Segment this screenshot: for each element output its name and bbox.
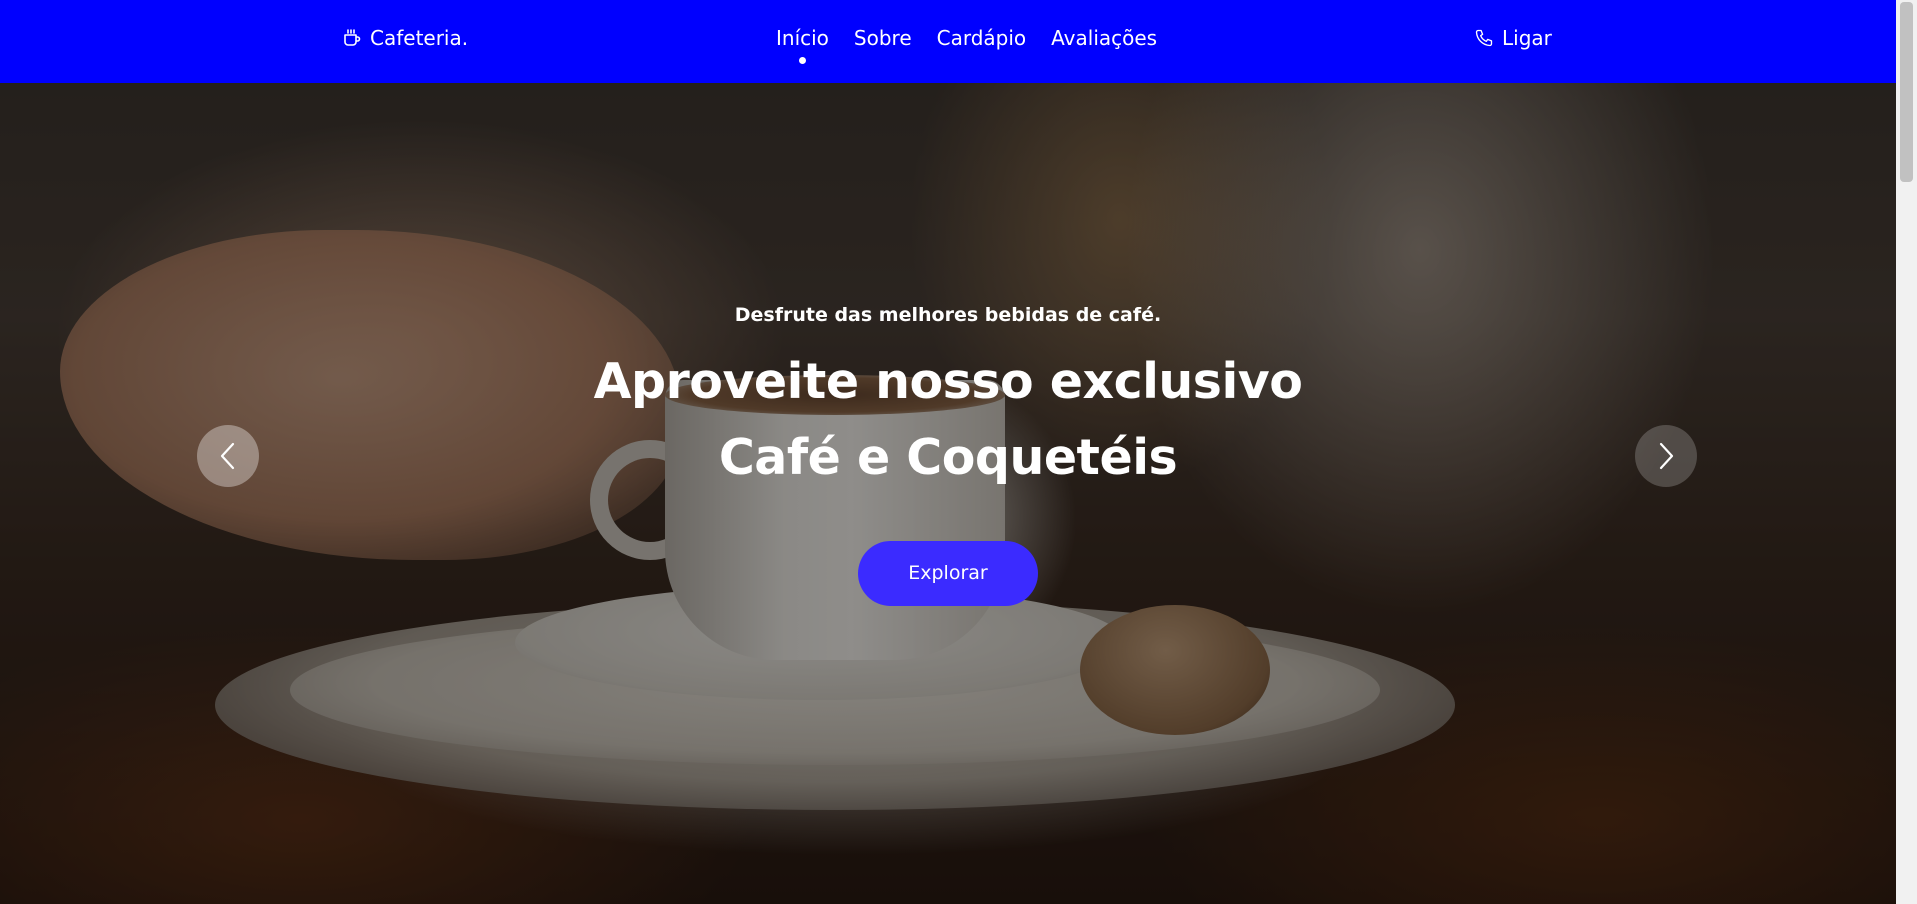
nav-item-inicio[interactable]: Início (776, 26, 829, 64)
phone-icon (1475, 29, 1493, 47)
carousel-next-button[interactable] (1635, 425, 1697, 487)
call-label: Ligar (1502, 26, 1552, 50)
nav-item-sobre[interactable]: Sobre (854, 26, 912, 50)
hero-subtitle: Desfrute das melhores bebidas de café. (734, 304, 1162, 326)
explore-button[interactable]: Explorar (858, 541, 1038, 606)
page-scrollbar[interactable] (1896, 0, 1917, 904)
chevron-right-icon (1659, 442, 1674, 470)
brand-logo[interactable]: Cafeteria. (342, 26, 468, 50)
main-nav: Início Sobre Cardápio Avaliações (776, 26, 1157, 64)
hero-title-line2: Café e Coquetéis (718, 429, 1178, 486)
chevron-left-icon (220, 442, 235, 470)
brand-name: Cafeteria. (370, 26, 469, 50)
nav-item-cardapio[interactable]: Cardápio (937, 26, 1027, 50)
scrollbar-thumb[interactable] (1900, 2, 1913, 182)
hero-content: Desfrute das melhores bebidas de café. A… (0, 304, 1896, 606)
page: Desfrute das melhores bebidas de café. A… (0, 0, 1896, 904)
nav-item-avaliacoes[interactable]: Avaliações (1051, 26, 1157, 50)
carousel-prev-button[interactable] (197, 425, 259, 487)
call-button[interactable]: Ligar (1474, 26, 1552, 50)
coffee-cup-icon (344, 29, 361, 46)
hero-title-line1: Aproveite nosso exclusivo (593, 353, 1303, 410)
hero-carousel: Desfrute das melhores bebidas de café. A… (0, 0, 1896, 904)
hero-title: Aproveite nosso exclusivo Café e Coqueté… (0, 344, 1896, 496)
site-header: Cafeteria. Início Sobre Cardápio Avaliaç… (0, 0, 1896, 83)
